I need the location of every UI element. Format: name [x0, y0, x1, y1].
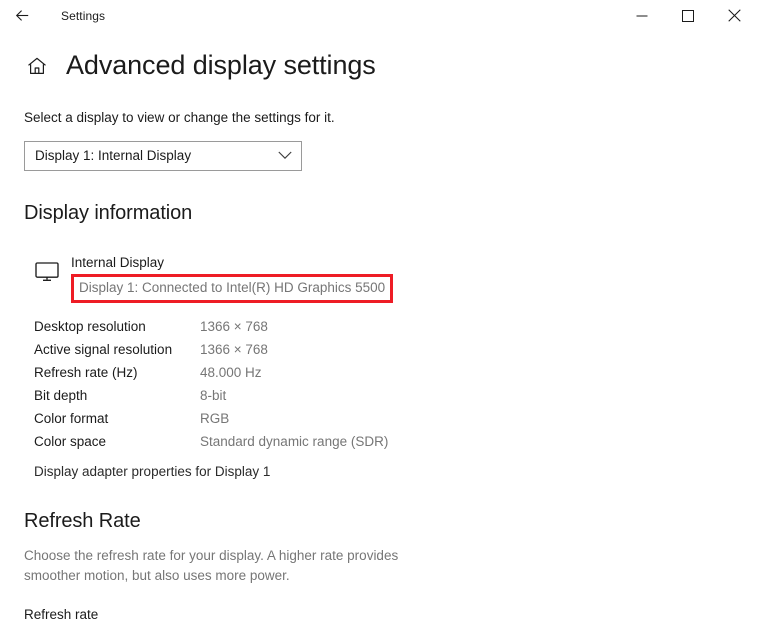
- display-adapter-properties-link[interactable]: Display adapter properties for Display 1: [34, 464, 270, 479]
- display-connection: Display 1: Connected to Intel(R) HD Grap…: [79, 279, 386, 295]
- minimize-icon: [636, 10, 648, 22]
- display-information-heading: Display information: [24, 201, 193, 224]
- info-label: Active signal resolution: [34, 341, 173, 357]
- table-row: Desktop resolution 1366 × 768: [34, 319, 733, 342]
- table-row: Refresh rate (Hz) 48.000 Hz: [34, 365, 733, 388]
- title-bar: Settings: [0, 0, 757, 31]
- page-header: Advanced display settings: [0, 52, 757, 79]
- back-button[interactable]: [0, 0, 44, 31]
- display-summary-texts: Internal Display Display 1: Connected to…: [71, 253, 394, 303]
- page-title: Advanced display settings: [66, 50, 376, 80]
- close-icon: [727, 9, 741, 22]
- info-value: 8-bit: [200, 387, 227, 403]
- back-arrow-icon: [14, 7, 31, 24]
- close-button[interactable]: [711, 0, 757, 31]
- window-controls: [619, 0, 757, 31]
- display-select-value: Display 1: Internal Display: [35, 148, 192, 164]
- home-icon[interactable]: [24, 53, 50, 79]
- refresh-rate-description: Choose the refresh rate for your display…: [24, 547, 399, 584]
- monitor-icon: [34, 259, 60, 285]
- display-name: Internal Display: [71, 254, 165, 270]
- minimize-button[interactable]: [619, 0, 665, 31]
- display-select-intro: Select a display to view or change the s…: [24, 110, 335, 125]
- window-title: Settings: [61, 8, 106, 23]
- refresh-rate-field-label: Refresh rate: [24, 607, 99, 622]
- display-info-table: Desktop resolution 1366 × 768 Active sig…: [24, 319, 733, 481]
- main-content: Select a display to view or change the s…: [0, 109, 757, 622]
- info-label: Color space: [34, 433, 107, 449]
- connection-highlight-box: Display 1: Connected to Intel(R) HD Grap…: [71, 273, 394, 303]
- info-label: Color format: [34, 410, 109, 426]
- info-value: 1366 × 768: [200, 318, 268, 334]
- info-value: RGB: [200, 410, 230, 426]
- chevron-down-icon: [277, 151, 293, 160]
- info-value: Standard dynamic range (SDR): [200, 433, 389, 449]
- info-value: 48.000 Hz: [200, 364, 262, 380]
- table-row: Active signal resolution 1366 × 768: [34, 342, 733, 365]
- info-value: 1366 × 768: [200, 341, 268, 357]
- display-select-dropdown[interactable]: Display 1: Internal Display: [24, 140, 302, 171]
- table-row: Color space Standard dynamic range (SDR): [34, 434, 733, 457]
- display-summary: Internal Display Display 1: Connected to…: [24, 253, 733, 303]
- info-label: Bit depth: [34, 387, 88, 403]
- table-row: Bit depth 8-bit: [34, 388, 733, 411]
- refresh-rate-heading: Refresh Rate: [24, 509, 141, 532]
- info-label: Refresh rate (Hz): [34, 364, 138, 380]
- maximize-icon: [682, 9, 694, 22]
- info-label: Desktop resolution: [34, 318, 146, 334]
- table-row: Color format RGB: [34, 411, 733, 434]
- maximize-button[interactable]: [665, 0, 711, 31]
